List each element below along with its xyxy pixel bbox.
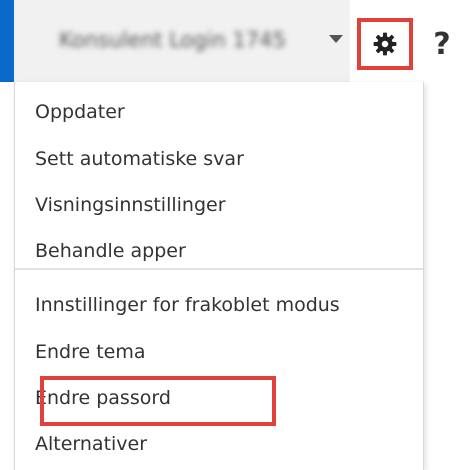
top-bar: Konsulent Login 1745 ? <box>0 0 465 83</box>
menu-item-refresh[interactable]: Oppdater <box>35 97 125 127</box>
help-icon: ? <box>433 26 451 62</box>
menu-item-display-settings[interactable]: Visningsinnstillinger <box>35 190 226 220</box>
menu-item-change-password[interactable]: Endre passord <box>35 383 171 413</box>
chevron-down-icon <box>329 35 343 43</box>
menu-item-offline-settings[interactable]: Innstillinger for frakoblet modus <box>35 290 340 320</box>
menu-item-automatic-replies[interactable]: Sett automatiske svar <box>35 144 244 174</box>
accent-strip <box>0 0 14 82</box>
menu-divider <box>15 268 423 270</box>
menu-item-options[interactable]: Alternativer <box>35 429 147 459</box>
menu-item-change-theme[interactable]: Endre tema <box>35 337 146 367</box>
screen: Konsulent Login 1745 ? Oppdater Sett aut… <box>0 0 465 470</box>
menu-item-manage-apps[interactable]: Behandle apper <box>35 236 186 266</box>
account-switcher[interactable]: Konsulent Login 1745 <box>14 0 350 83</box>
settings-menu: Oppdater Sett automatiske svar Visningsi… <box>14 82 424 470</box>
help-button[interactable]: ? <box>425 22 459 66</box>
account-name: Konsulent Login 1745 <box>59 28 286 52</box>
settings-button[interactable] <box>357 18 413 70</box>
gear-icon <box>373 32 397 56</box>
